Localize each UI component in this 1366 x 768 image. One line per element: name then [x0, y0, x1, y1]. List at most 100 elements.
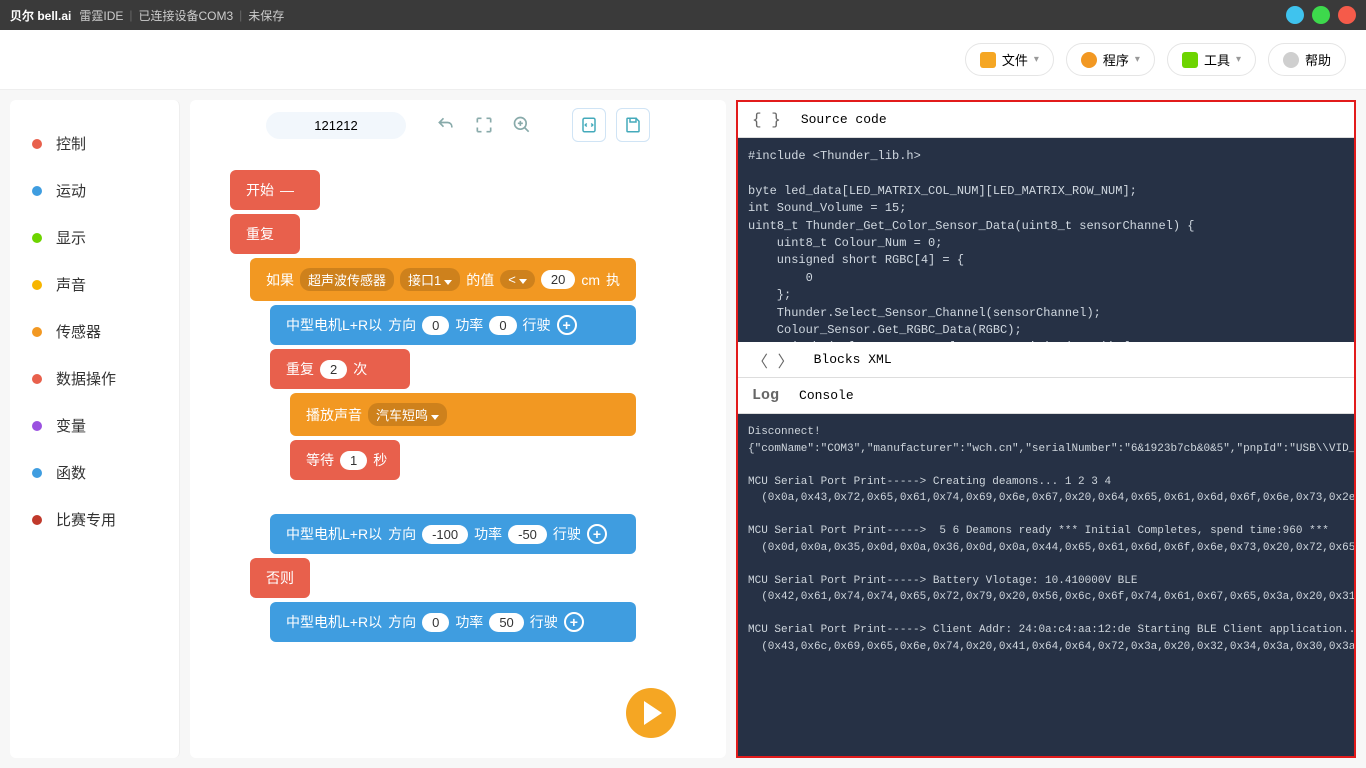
titlebar: 贝尔 bell.ai 雷霆IDE | 已连接设备COM3 | 未保存 [0, 0, 1366, 30]
start-block[interactable]: 开始 — [230, 170, 320, 210]
window-minimize-button[interactable] [1286, 6, 1304, 24]
chevron-down-icon: ▾ [1034, 54, 1039, 65]
window-close-button[interactable] [1338, 6, 1356, 24]
main-area: 控制运动显示声音传感器数据操作变量函数比赛专用 121212 开始 — 重复 [0, 90, 1366, 768]
category-dot-icon [32, 186, 42, 196]
category-label: 显示 [56, 227, 86, 248]
separator: | [129, 8, 132, 22]
file-menu[interactable]: 文件 ▾ [965, 43, 1054, 76]
sensor-dropdown[interactable]: 超声波传感器 [300, 268, 394, 291]
direction-input[interactable]: 0 [422, 613, 449, 632]
category-label: 比赛专用 [56, 509, 116, 530]
category-dot-icon [32, 374, 42, 384]
power-input[interactable]: -50 [508, 525, 547, 544]
link-icon [1081, 52, 1097, 68]
braces-icon: { } [752, 111, 781, 129]
category-item[interactable]: 传感器 [10, 308, 179, 355]
add-icon[interactable]: + [587, 524, 607, 544]
category-label: 变量 [56, 415, 86, 436]
save-button[interactable] [616, 108, 650, 142]
log-label: Log [752, 387, 779, 404]
category-label: 传感器 [56, 321, 101, 342]
block-stack: 开始 — 重复 如果 超声波传感器 接口1 的值 < 20 cm 执 中型电机L… [230, 170, 636, 646]
category-dot-icon [32, 515, 42, 525]
chevron-down-icon: ▾ [1236, 54, 1241, 65]
help-menu[interactable]: 帮助 [1268, 43, 1346, 76]
block-canvas[interactable]: 121212 开始 — 重复 如果 超声波传感器 接口1 [190, 100, 726, 758]
sound-dropdown[interactable]: 汽车短鸣 [368, 403, 447, 426]
console-title: Console [799, 388, 854, 403]
source-code-view[interactable]: #include <Thunder_lib.h> byte led_data[L… [738, 138, 1354, 342]
category-item[interactable]: 运动 [10, 167, 179, 214]
category-item[interactable]: 比赛专用 [10, 496, 179, 543]
undo-icon[interactable] [436, 115, 456, 135]
repeat-block[interactable]: 重复 [230, 214, 300, 254]
repeat-count-block[interactable]: 重复 2 次 [270, 349, 410, 389]
category-item[interactable]: 声音 [10, 261, 179, 308]
wrench-icon [1182, 52, 1198, 68]
log-console-header[interactable]: Log Console [738, 378, 1354, 414]
toolbar: 文件 ▾ 程序 ▾ 工具 ▾ 帮助 [0, 30, 1366, 90]
category-dot-icon [32, 421, 42, 431]
folder-icon [980, 52, 996, 68]
category-item[interactable]: 显示 [10, 214, 179, 261]
category-label: 函数 [56, 462, 86, 483]
file-label: 文件 [1002, 50, 1028, 69]
add-icon[interactable]: + [564, 612, 584, 632]
blocks-xml-header[interactable]: 〈 〉 Blocks XML [738, 342, 1354, 378]
zoom-in-icon[interactable] [512, 115, 532, 135]
category-dot-icon [32, 468, 42, 478]
if-block[interactable]: 如果 超声波传感器 接口1 的值 < 20 cm 执 [250, 258, 636, 301]
separator: | [239, 8, 242, 22]
chevron-down-icon: ▾ [1135, 54, 1140, 65]
fullscreen-icon[interactable] [474, 115, 494, 135]
code-panel: { } Source code #include <Thunder_lib.h>… [736, 100, 1356, 758]
log-console-view[interactable]: Disconnect! {"comName":"COM3","manufactu… [738, 414, 1354, 756]
save-status: 未保存 [248, 7, 284, 24]
direction-input[interactable]: -100 [422, 525, 468, 544]
category-item[interactable]: 控制 [10, 120, 179, 167]
power-input[interactable]: 0 [489, 316, 516, 335]
tools-label: 工具 [1204, 50, 1230, 69]
help-label: 帮助 [1305, 50, 1331, 69]
program-label: 程序 [1103, 50, 1129, 69]
program-menu[interactable]: 程序 ▾ [1066, 43, 1155, 76]
port-dropdown[interactable]: 接口1 [400, 268, 460, 291]
play-sound-block[interactable]: 播放声音 汽车短鸣 [290, 393, 636, 436]
category-item[interactable]: 函数 [10, 449, 179, 496]
category-item[interactable]: 数据操作 [10, 355, 179, 402]
wait-block[interactable]: 等待 1 秒 [290, 440, 400, 480]
source-code-header[interactable]: { } Source code [738, 102, 1354, 138]
add-icon[interactable]: + [557, 315, 577, 335]
window-maximize-button[interactable] [1312, 6, 1330, 24]
run-button[interactable] [626, 688, 676, 738]
export-code-button[interactable] [572, 108, 606, 142]
value-input[interactable]: 20 [541, 270, 575, 289]
motor-block[interactable]: 中型电机L+R以 方向 0 功率 0 行驶 + [270, 305, 636, 345]
block-category-sidebar: 控制运动显示声音传感器数据操作变量函数比赛专用 [10, 100, 180, 758]
count-input[interactable]: 2 [320, 360, 347, 379]
category-dot-icon [32, 233, 42, 243]
category-label: 数据操作 [56, 368, 116, 389]
angle-brackets-icon: 〈 〉 [752, 348, 794, 372]
source-title: Source code [801, 112, 887, 127]
motor-block[interactable]: 中型电机L+R以 方向 0 功率 50 行驶 + [270, 602, 636, 642]
motor-block[interactable]: 中型电机L+R以 方向 -100 功率 -50 行驶 + [270, 514, 636, 554]
category-item[interactable]: 变量 [10, 402, 179, 449]
seconds-input[interactable]: 1 [340, 451, 367, 470]
filename-display[interactable]: 121212 [266, 112, 406, 139]
category-label: 运动 [56, 180, 86, 201]
xml-title: Blocks XML [814, 352, 892, 367]
category-dot-icon [32, 139, 42, 149]
canvas-toolbar: 121212 [190, 100, 726, 150]
direction-input[interactable]: 0 [422, 316, 449, 335]
else-block[interactable]: 否则 [250, 558, 310, 598]
tools-menu[interactable]: 工具 ▾ [1167, 43, 1256, 76]
app-name: 雷霆IDE [79, 7, 123, 24]
operator-dropdown[interactable]: < [500, 270, 535, 289]
category-label: 声音 [56, 274, 86, 295]
category-dot-icon [32, 280, 42, 290]
power-input[interactable]: 50 [489, 613, 523, 632]
category-label: 控制 [56, 133, 86, 154]
connection-status: 已连接设备COM3 [139, 7, 234, 24]
